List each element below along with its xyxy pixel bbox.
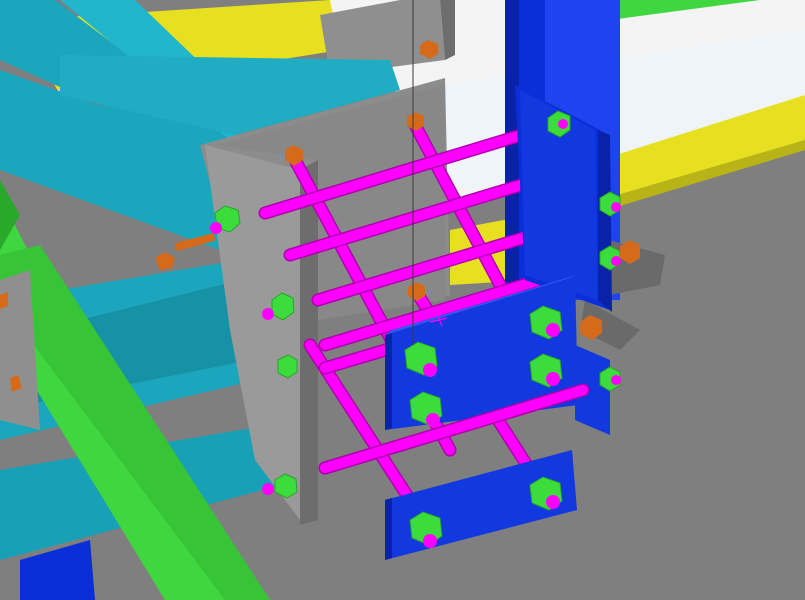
splice-plate-blue-lower-edge	[385, 498, 392, 560]
steel-column-edge	[505, 0, 519, 300]
model-canvas[interactable]	[0, 0, 805, 600]
splice-plate-rear-edge	[598, 130, 612, 312]
splice-plate-blue-upper-edge	[385, 330, 392, 430]
3d-model-viewport[interactable]	[0, 0, 805, 600]
